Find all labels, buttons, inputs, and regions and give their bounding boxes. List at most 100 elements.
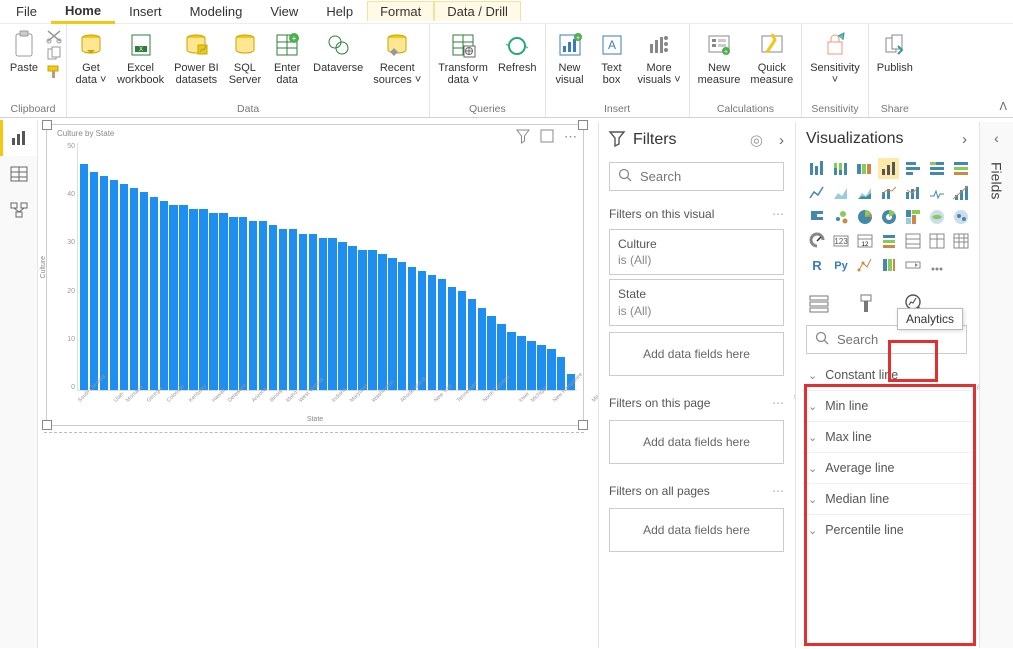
bar[interactable] [140,192,148,390]
viz-type-button[interactable]: 123 [830,230,851,251]
copy-icon[interactable] [46,47,62,63]
viz-type-button[interactable] [854,206,875,227]
viz-type-button[interactable] [902,182,923,203]
bar[interactable] [408,267,416,391]
bar[interactable] [239,217,247,390]
menu-file[interactable]: File [2,1,51,22]
ribbon-button[interactable]: ATextbox [592,26,632,90]
report-view-button[interactable] [0,120,37,156]
viz-type-button[interactable] [854,254,875,275]
ribbon-button[interactable]: Refresh [494,26,541,90]
viz-type-button[interactable] [806,206,827,227]
viz-type-button[interactable] [902,158,923,179]
bar[interactable] [328,238,336,390]
bar[interactable] [398,262,406,390]
viz-type-button[interactable] [830,206,851,227]
viz-type-button[interactable] [878,158,899,179]
model-view-button[interactable] [0,192,37,228]
bar[interactable] [478,308,486,390]
viz-type-button[interactable] [806,158,827,179]
expand-icon[interactable]: ‹ [994,130,999,146]
bar[interactable] [120,184,128,390]
bar[interactable] [358,250,366,390]
bar[interactable] [348,246,356,390]
bar[interactable] [80,164,88,390]
bar[interactable] [100,176,108,390]
bar[interactable] [299,234,307,390]
bar[interactable] [378,254,386,390]
bar[interactable] [289,229,297,390]
ribbon-button[interactable]: +Newmeasure [694,26,745,90]
viz-type-button[interactable] [902,230,923,251]
fields-tab[interactable] [806,291,832,317]
bar[interactable] [487,316,495,390]
bar[interactable] [319,238,327,390]
viz-type-button[interactable] [950,206,971,227]
filters-search-input[interactable] [640,169,816,184]
bar[interactable] [259,221,267,390]
viz-type-button[interactable] [830,182,851,203]
viz-type-button[interactable] [806,182,827,203]
bar[interactable] [309,234,317,390]
menu-format[interactable]: Format [367,1,434,21]
bar[interactable] [527,341,535,390]
viz-type-button[interactable] [878,206,899,227]
menu-insert[interactable]: Insert [115,1,176,22]
menu-data-drill[interactable]: Data / Drill [434,1,521,21]
viz-type-button[interactable] [878,230,899,251]
add-filter-dropzone[interactable]: Add data fields here [609,420,784,464]
bar[interactable] [428,275,436,390]
ribbon-button[interactable]: SQLServer [225,26,265,90]
collapse-icon[interactable]: › [779,132,784,149]
bar[interactable] [438,279,446,390]
ribbon-collapse-chevron[interactable]: ᐱ [999,100,1007,113]
viz-type-button[interactable] [950,182,971,203]
bar[interactable] [249,221,257,390]
viz-type-button[interactable] [950,230,971,251]
bar[interactable] [458,291,466,390]
filter-card[interactable]: Stateis (All) [609,279,784,325]
viz-type-button[interactable]: Py [830,254,851,275]
viz-type-button[interactable] [926,230,947,251]
filters-search[interactable] [609,162,784,191]
bar[interactable] [448,287,456,390]
bar[interactable] [468,299,476,390]
ribbon-button[interactable]: Sensitivity˅ [806,26,864,90]
viz-type-button[interactable] [878,254,899,275]
ribbon-button[interactable]: Recentsources ˅ [369,26,425,90]
format-tab[interactable] [854,291,880,317]
menu-view[interactable]: View [256,1,312,22]
viz-type-button[interactable] [926,254,947,275]
menu-help[interactable]: Help [312,1,367,22]
bar[interactable] [150,197,158,390]
bar[interactable] [160,201,168,390]
bar[interactable] [557,357,565,390]
ribbon-button[interactable]: +Newvisual [550,26,590,90]
bar[interactable] [517,336,525,390]
viz-type-button[interactable] [926,158,947,179]
bar[interactable] [279,229,287,390]
viz-type-button[interactable] [950,158,971,179]
bar[interactable] [388,258,396,390]
ribbon-button[interactable]: Getdata ˅ [71,26,111,90]
more-icon[interactable]: ⋯ [772,396,784,410]
bar[interactable] [219,213,227,390]
viz-type-button[interactable]: 12 [854,230,875,251]
bar[interactable] [209,213,217,390]
viz-type-button[interactable] [806,230,827,251]
bar[interactable] [418,271,426,390]
viz-type-button[interactable] [854,182,875,203]
collapse-icon[interactable]: › [962,131,967,148]
data-view-button[interactable] [0,156,37,192]
bar[interactable] [179,205,187,390]
bar[interactable] [110,180,118,390]
ribbon-button[interactable]: Quickmeasure [746,26,797,90]
viz-type-button[interactable] [830,158,851,179]
bar[interactable] [169,205,177,390]
cut-icon[interactable] [46,29,62,45]
viz-type-button[interactable] [854,158,875,179]
viz-type-button[interactable] [902,254,923,275]
bar[interactable] [130,188,138,390]
viz-type-button[interactable] [926,182,947,203]
ribbon-button[interactable]: Transformdata ˅ [434,26,492,90]
